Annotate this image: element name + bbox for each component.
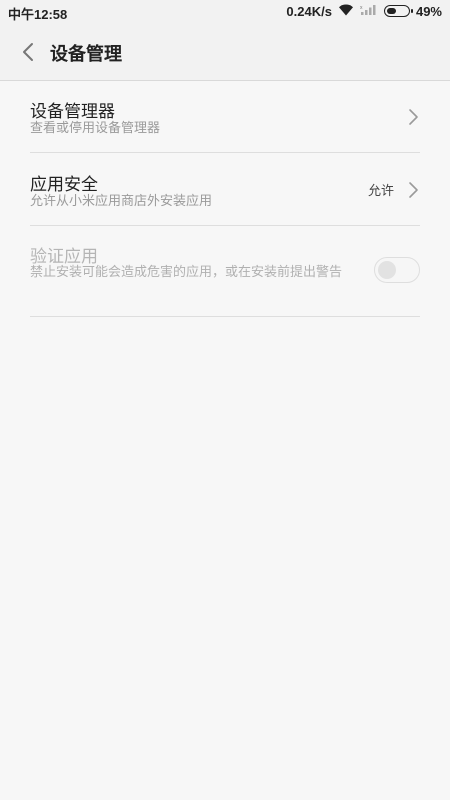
signal-icon: x: [360, 3, 378, 19]
screen: 中午12:58 0.24K/s x 49% 设备管理 设备管理器 查看或停用设备…: [0, 0, 450, 800]
svg-text:x: x: [360, 5, 363, 11]
page-title: 设备管理: [50, 44, 122, 65]
setting-row-app-security[interactable]: 应用安全 允许从小米应用商店外安装应用 允许: [30, 153, 420, 226]
back-button[interactable]: [12, 36, 44, 68]
battery-percent: 49%: [415, 3, 442, 19]
setting-row-verify-apps[interactable]: 验证应用 禁止安装可能会造成危害的应用，或在安装前提出警告: [30, 226, 420, 317]
chevron-right-icon: [409, 182, 418, 198]
chevron-left-icon: [23, 43, 33, 61]
wifi-icon: [338, 3, 354, 19]
network-speed: 0.24K/s: [286, 3, 332, 19]
status-time: 中午12:58: [8, 7, 68, 22]
chevron-right-icon: [409, 109, 418, 125]
status-right: 0.24K/s x 49%: [286, 3, 442, 19]
setting-subtitle: 查看或停用设备管理器: [30, 121, 161, 136]
setting-value: 允许: [367, 184, 394, 199]
battery-icon: [383, 5, 413, 17]
status-bar: 中午12:58 0.24K/s x 49%: [0, 0, 450, 24]
verify-apps-toggle[interactable]: [374, 257, 420, 283]
setting-row-device-admin[interactable]: 设备管理器 查看或停用设备管理器: [30, 81, 420, 153]
setting-subtitle: 禁止安装可能会造成危害的应用，或在安装前提出警告: [30, 265, 343, 280]
battery-fill: [386, 8, 397, 14]
setting-subtitle: 允许从小米应用商店外安装应用: [30, 194, 213, 209]
battery-tip: [410, 9, 413, 13]
title-bar: 设备管理: [0, 24, 450, 81]
toggle-knob: [378, 261, 396, 279]
settings-list: 设备管理器 查看或停用设备管理器 应用安全 允许从小米应用商店外安装应用 允许 …: [0, 81, 450, 317]
